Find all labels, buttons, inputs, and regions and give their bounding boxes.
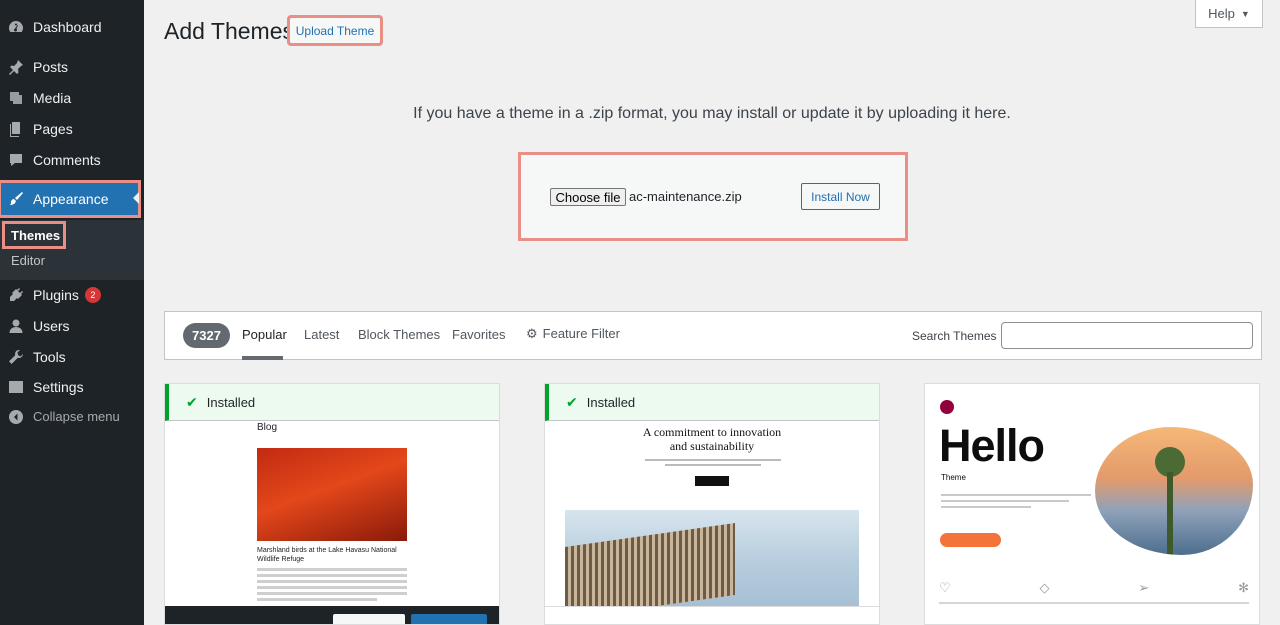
sidebar-item-pages[interactable]: Pages xyxy=(0,113,144,144)
checkmark-icon: ✔ xyxy=(186,393,198,410)
collapse-arrow-icon xyxy=(8,409,24,425)
preview-text-lines xyxy=(645,459,781,469)
submenu-item-themes[interactable]: Themes xyxy=(2,221,66,249)
preview-heading: A commitment to innovation and sustainab… xyxy=(642,425,782,453)
tab-favorites[interactable]: Favorites xyxy=(452,327,505,342)
checkmark-icon: ✔ xyxy=(566,393,578,410)
dashboard-icon xyxy=(8,19,24,35)
preview-cta xyxy=(695,476,729,486)
theme-actions-bar xyxy=(165,606,499,624)
media-icon xyxy=(8,90,24,106)
upload-instructions: If you have a theme in a .zip format, yo… xyxy=(413,105,1011,122)
user-icon xyxy=(8,318,24,334)
sidebar-item-label: Appearance xyxy=(33,191,109,207)
settings-icon xyxy=(8,379,24,395)
pin-icon xyxy=(8,59,24,75)
theme-card[interactable]: Hello Theme ♡ ◇ ➢ ✻ xyxy=(924,383,1260,625)
activate-button[interactable] xyxy=(411,614,487,624)
sidebar-item-tools[interactable]: Tools xyxy=(0,341,144,372)
sidebar-item-label: Dashboard xyxy=(33,18,102,35)
plugin-icon xyxy=(8,287,24,303)
tab-block-themes[interactable]: Block Themes xyxy=(358,327,440,342)
preview-caption: Marshland birds at the Lake Havasu Natio… xyxy=(257,547,397,563)
preview-subheading: Theme xyxy=(941,473,966,482)
sidebar-item-comments[interactable]: Comments xyxy=(0,144,144,175)
gear-icon: ⚙ xyxy=(526,326,538,341)
installed-label: Installed xyxy=(206,394,256,410)
elementor-logo-icon xyxy=(940,400,954,414)
upload-theme-button[interactable]: Upload Theme xyxy=(287,15,383,46)
sidebar-item-label: Users xyxy=(33,317,70,334)
snowflake-icon: ✻ xyxy=(1238,580,1249,595)
preview-heading: Hello xyxy=(939,420,1045,471)
theme-count-badge: 7327 xyxy=(183,323,230,348)
sidebar-item-label: Plugins xyxy=(33,286,79,303)
caret-down-icon: ▼ xyxy=(1240,8,1250,19)
theme-card[interactable]: ✔ Installed A commitment to innovation a… xyxy=(544,383,880,625)
sidebar-item-users[interactable]: Users xyxy=(0,310,144,341)
appearance-submenu: Themes Editor xyxy=(0,220,144,280)
upload-form: Choose file ac-maintenance.zip Install N… xyxy=(518,152,908,241)
preview-cta xyxy=(940,533,1001,547)
sidebar-item-media[interactable]: Media xyxy=(0,82,144,113)
collapse-menu-button[interactable]: Collapse menu xyxy=(0,401,144,432)
sidebar-item-label: Pages xyxy=(33,120,73,137)
submenu-item-editor[interactable]: Editor xyxy=(11,248,45,272)
submenu-label-editor: Editor xyxy=(11,252,45,268)
sidebar-item-plugins[interactable]: Plugins 2 xyxy=(0,279,144,310)
preview-heading: Blog xyxy=(257,422,278,433)
wrench-icon xyxy=(8,349,24,365)
feature-filter-button[interactable]: ⚙ Feature Filter xyxy=(526,326,620,342)
diamond-icon: ◇ xyxy=(1039,580,1050,595)
preview-feature-icons: ♡ ◇ ➢ ✻ xyxy=(939,580,1249,596)
submenu-label-themes: Themes xyxy=(11,227,61,243)
search-themes-input[interactable] xyxy=(1001,322,1253,349)
preview-image xyxy=(565,510,859,607)
comment-icon xyxy=(8,152,24,168)
choose-file-button[interactable]: Choose file xyxy=(550,188,626,206)
selected-file-name: ac-maintenance.zip xyxy=(629,189,742,204)
installed-notice: ✔ Installed xyxy=(545,384,879,421)
preview-image xyxy=(257,448,407,541)
sidebar-item-label: Media xyxy=(33,89,72,106)
theme-name-bar xyxy=(545,606,879,624)
theme-screenshot: Blog Marshland birds at the Lake Havasu … xyxy=(165,422,499,606)
theme-card[interactable]: ✔ Installed Blog Marshland birds at the … xyxy=(164,383,500,625)
preview-text-lines xyxy=(257,568,407,604)
sidebar-item-label: Posts xyxy=(33,58,69,75)
sidebar-item-dashboard[interactable]: Dashboard xyxy=(0,11,144,42)
preview-text-lines xyxy=(939,602,1249,607)
paper-plane-icon: ➢ xyxy=(1138,580,1150,595)
sidebar-item-settings[interactable]: Settings xyxy=(0,371,144,402)
admin-sidebar: Dashboard Posts Media Pages Comments App… xyxy=(0,0,144,625)
active-tab-indicator xyxy=(242,356,283,360)
collapse-menu-label: Collapse menu xyxy=(33,409,120,424)
plugins-update-badge: 2 xyxy=(84,286,101,303)
live-preview-button[interactable] xyxy=(333,614,405,624)
install-now-button[interactable]: Install Now xyxy=(801,183,880,210)
tab-latest[interactable]: Latest xyxy=(304,327,339,342)
pages-icon xyxy=(8,121,24,137)
help-button[interactable]: Help ▼ xyxy=(1195,0,1263,28)
sidebar-item-label: Comments xyxy=(33,151,101,168)
installed-notice: ✔ Installed xyxy=(165,384,499,421)
feature-filter-label: Feature Filter xyxy=(542,326,620,341)
preview-text-lines xyxy=(941,494,1091,512)
lightbulb-icon: ♡ xyxy=(939,580,951,595)
sidebar-item-appearance[interactable]: Appearance xyxy=(0,180,141,218)
tab-popular[interactable]: Popular xyxy=(242,327,287,342)
page-title: Add Themes xyxy=(164,18,294,44)
sidebar-item-posts[interactable]: Posts xyxy=(0,51,144,82)
help-label: Help xyxy=(1208,6,1235,21)
sidebar-item-label: Settings xyxy=(33,378,84,395)
theme-filter-bar: 7327 Popular Latest Block Themes Favorit… xyxy=(164,311,1262,360)
preview-image xyxy=(1095,427,1253,555)
search-themes-label: Search Themes xyxy=(912,329,997,343)
sidebar-item-label: Tools xyxy=(33,348,66,365)
installed-label: Installed xyxy=(586,394,636,410)
paintbrush-icon xyxy=(8,191,24,207)
